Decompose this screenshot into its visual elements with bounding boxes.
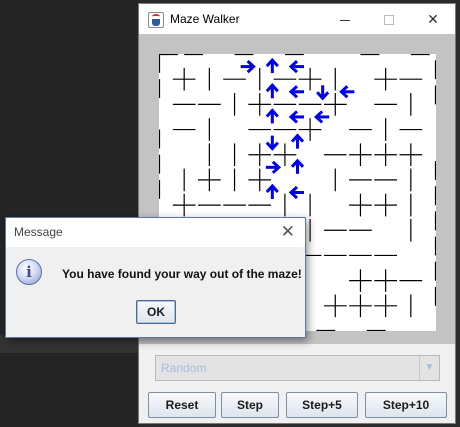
arrow-left-icon — [288, 59, 304, 74]
strategy-select[interactable]: Random ▼ — [155, 355, 440, 381]
arrow-left-icon — [288, 110, 304, 124]
maximize-icon — [384, 15, 394, 26]
arrow-up-icon — [265, 57, 279, 74]
window-title: Maze Walker — [170, 12, 240, 26]
java-app-icon — [148, 12, 164, 28]
arrow-up-icon — [290, 158, 305, 174]
minimize-button[interactable] — [323, 4, 367, 34]
arrow-up-icon — [265, 183, 279, 199]
close-icon: ✕ — [427, 11, 439, 27]
arrow-up-icon — [290, 133, 305, 149]
arrow-left-icon — [313, 110, 330, 124]
dialog-title: Message — [14, 225, 63, 239]
arrow-down-icon — [316, 85, 330, 101]
arrow-up-icon — [265, 83, 279, 99]
step-10-button[interactable]: Step+10 — [365, 392, 447, 418]
step-button[interactable]: Step — [221, 392, 279, 418]
info-icon: i — [16, 259, 42, 285]
dialog-close-icon[interactable]: ✕ — [281, 222, 295, 242]
reset-button[interactable]: Reset — [148, 392, 216, 418]
background-ide-panel — [0, 0, 140, 427]
arrow-left-icon — [288, 185, 304, 200]
ok-button[interactable]: OK — [136, 300, 176, 324]
window-titlebar[interactable]: Maze Walker ✕ — [139, 4, 455, 34]
chevron-down-icon[interactable]: ▼ — [419, 356, 439, 380]
arrow-left-icon — [339, 85, 355, 99]
dialog-message: You have found your way out of the maze! — [62, 267, 302, 281]
arrow-right-icon — [265, 160, 282, 174]
message-dialog: Message ✕ i You have found your way out … — [5, 217, 306, 338]
arrow-up-icon — [265, 108, 279, 124]
arrow-right-icon — [240, 59, 256, 74]
arrow-down-icon — [265, 135, 279, 151]
strategy-select-value: Random — [161, 361, 207, 375]
dialog-titlebar[interactable]: Message ✕ — [6, 218, 305, 247]
arrow-left-icon — [288, 85, 304, 99]
close-button[interactable]: ✕ — [411, 4, 455, 34]
maze-walker-window: Maze Walker ✕ Random ▼ Reset Step Step+5… — [138, 3, 456, 424]
maximize-button — [367, 4, 411, 34]
step-5-button[interactable]: Step+5 — [286, 392, 358, 418]
minimize-icon — [340, 19, 350, 21]
